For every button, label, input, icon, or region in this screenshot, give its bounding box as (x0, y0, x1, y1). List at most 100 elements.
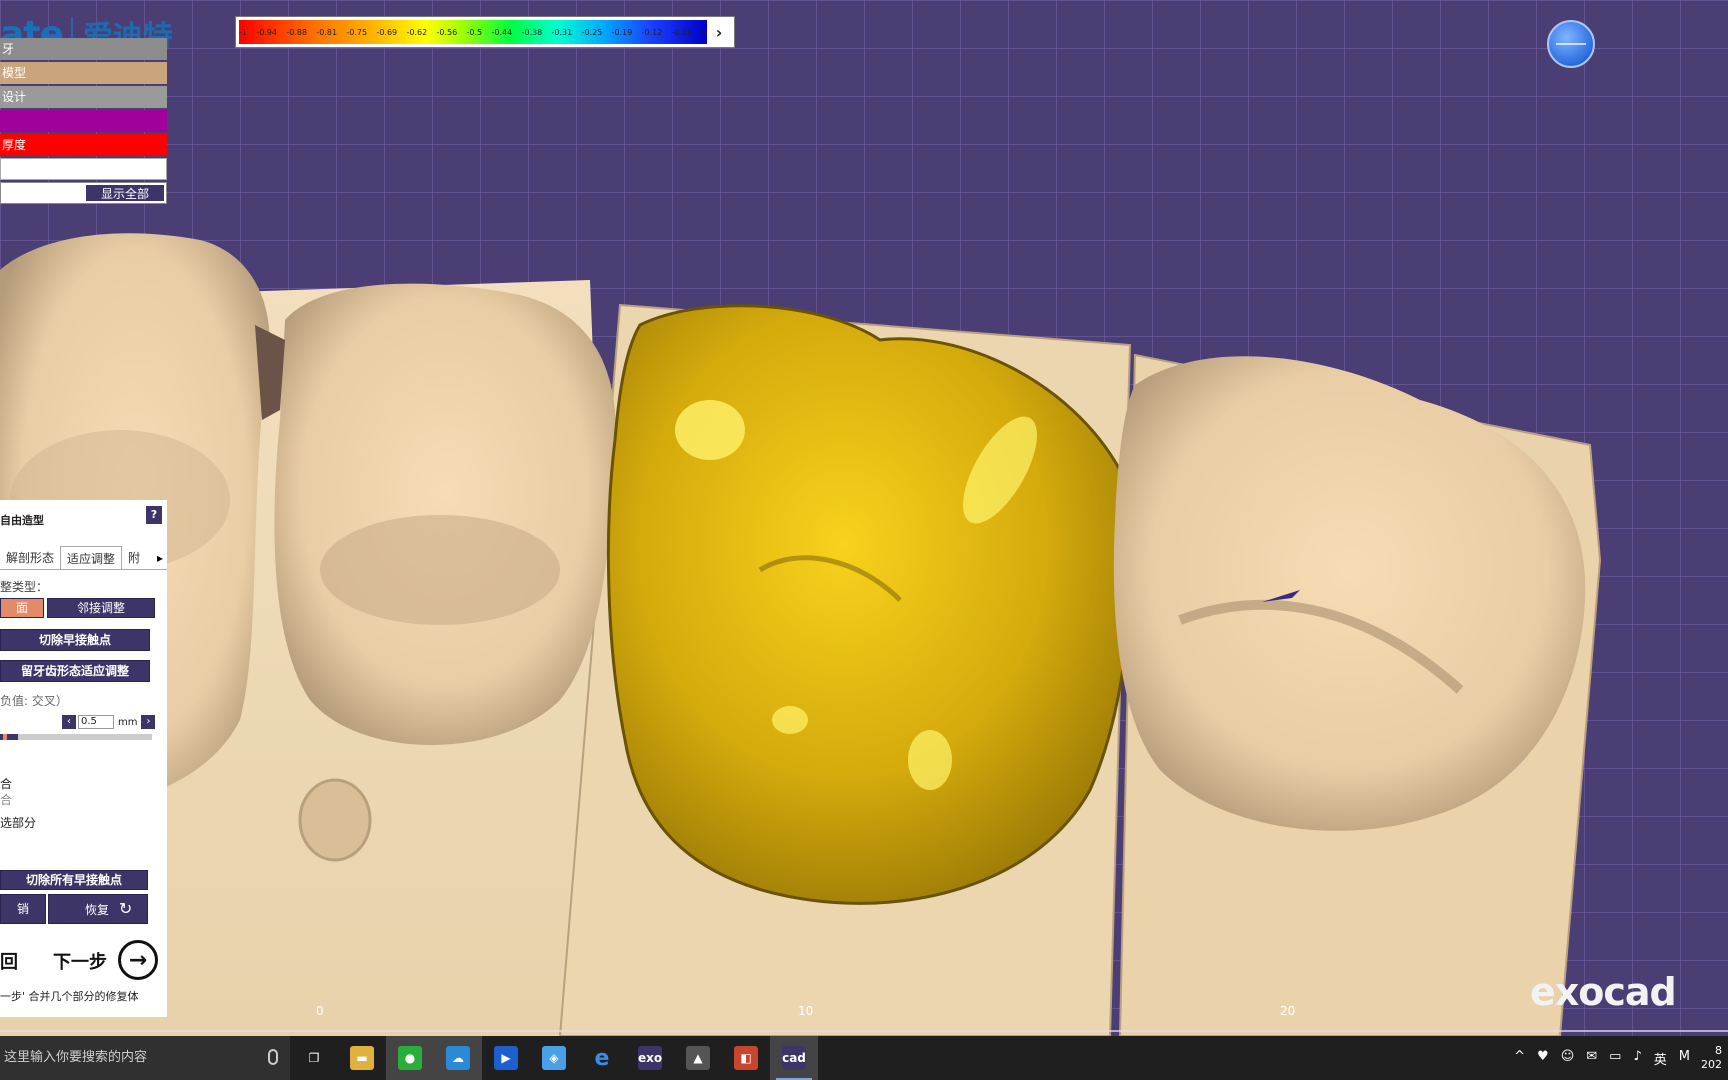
3d-viewport[interactable]: ate 爱迪特 -1-0.94-0.88-0.81-0.75-0.69-0.62… (0, 0, 1728, 1036)
photos-icon[interactable]: ▲ (674, 1036, 722, 1080)
exo-icon[interactable]: exo (626, 1036, 674, 1080)
search-placeholder: 这里输入你要搜索的内容 (4, 1050, 148, 1065)
edge-icon[interactable]: e (578, 1036, 626, 1080)
tool-panel-contents: 自由造型 ? 解剖形态 适应调整 附 ▸ 整类型： 面 邻接调整 切除早接触点 … (0, 500, 167, 1017)
view-orientation-icon[interactable] (1547, 20, 1595, 68)
option-line-1[interactable]: 合 (0, 775, 12, 792)
type-proximal-button[interactable]: 邻接调整 (47, 598, 155, 618)
tab-anatomy[interactable]: 解剖形态 (0, 546, 60, 569)
remove-contacts-button[interactable]: 切除早接触点 (0, 629, 150, 651)
ruler-label-20: 20 (1280, 1004, 1296, 1018)
orb-line (1556, 43, 1586, 45)
slider-handle[interactable] (3, 734, 7, 740)
option-line-2[interactable]: 合 (0, 791, 12, 808)
tray-item[interactable]: ▭ (1609, 1049, 1621, 1068)
tray-item[interactable]: 英 (1654, 1049, 1667, 1068)
file-explorer-glyph: ▬ (350, 1046, 374, 1070)
legend-item[interactable] (0, 158, 167, 180)
tab-adapt[interactable]: 适应调整 (60, 546, 123, 569)
tab-attach[interactable]: 附 (122, 546, 146, 569)
photos-glyph: ▲ (686, 1046, 710, 1070)
negative-value-label: 负值: 交叉） (0, 694, 68, 708)
tray-item[interactable]: M (1679, 1049, 1690, 1068)
task-view-icon[interactable]: ❐ (290, 1036, 338, 1080)
distance-color-scale: -1 -0.94 -0.88 -0.81 -0.75 -0.69 -0.62 -0.56 -0.… (235, 16, 735, 48)
scale-tick-label: -0.62 (406, 28, 428, 37)
show-all-button[interactable]: 显示全部 (85, 184, 165, 202)
ruler-label-10: 10 (798, 1004, 814, 1018)
taskbar-search-input[interactable]: 这里输入你要搜索的内容 (0, 1036, 290, 1080)
scale-tick-label: -0.38 (521, 28, 543, 37)
left-molar-2 (274, 283, 616, 745)
legend-item[interactable]: 厚度 (0, 134, 167, 156)
type-occlusal-button[interactable]: 面 (0, 598, 44, 618)
left-molar-2-fossa (320, 515, 560, 625)
redo-icon: ↻ (118, 899, 133, 918)
thickness-input[interactable]: 0.5 (78, 715, 114, 729)
scale-tick-label: -0.5 (466, 28, 483, 37)
tray-item[interactable]: ☺ (1561, 1049, 1575, 1068)
scale-tick-label: -0.19 (611, 28, 633, 37)
adapt-morphology-button[interactable]: 留牙齿形态适应调整 (0, 660, 150, 682)
system-tray: ^ ♥ ☺ ✉ ▭ ♪ 英 M 8 202 (1514, 1036, 1728, 1080)
microphone-icon[interactable] (268, 1049, 278, 1065)
visibility-legend: 牙模型 设计厚度 显示全部 (0, 38, 167, 204)
windows-taskbar: 这里输入你要搜索的内容 ❐ ▬ ● ☁ ▶ ◈ e exo ▲ ◧ cad ^ ♥ ☺ ✉ ▭ ♪ 英 M 8 2… (0, 1036, 1728, 1080)
clock-line-2: 202 (1701, 1058, 1722, 1071)
slides-icon[interactable]: ◧ (722, 1036, 770, 1080)
tray-item[interactable]: ^ (1514, 1049, 1525, 1068)
crown-highlight-1 (675, 400, 745, 460)
scale-expand-button[interactable]: › (708, 20, 730, 44)
tray-item[interactable]: ♥ (1537, 1049, 1549, 1068)
video-icon[interactable]: ▶ (482, 1036, 530, 1080)
ruler-line (0, 1030, 1728, 1032)
remove-all-contacts-button[interactable]: 切除所有早接触点 (0, 870, 148, 890)
crown-highlight-3 (908, 730, 952, 790)
stepper-increase-icon[interactable]: › (141, 715, 156, 729)
edge-glyph: e (594, 1045, 610, 1071)
measurement-ruler: 0 10 20 (0, 1000, 1728, 1036)
tab-scroll-icon[interactable]: ▸ (157, 546, 167, 569)
scale-tick-label: -0.81 (316, 28, 338, 37)
next-button[interactable]: 下一步 (53, 948, 107, 974)
taskbar-apps: ❐ ▬ ● ☁ ▶ ◈ e exo ▲ ◧ cad (290, 1036, 818, 1080)
legend-item[interactable]: 牙 (0, 38, 167, 60)
option-line-3[interactable]: 选部分 (0, 814, 36, 831)
wechat-icon[interactable]: ● (386, 1036, 434, 1080)
color-scale-ticks: -1 -0.94 -0.88 -0.81 -0.75 -0.69 -0.62 -0.56 -0.… (239, 28, 707, 37)
next-arrow-icon[interactable]: → (118, 940, 158, 980)
legend-list: 牙模型 设计 厚度 (0, 38, 167, 180)
file-explorer-icon[interactable]: ▬ (338, 1036, 386, 1080)
tray-item[interactable]: ✉ (1586, 1049, 1597, 1068)
cad-icon[interactable]: cad (770, 1036, 818, 1080)
clock-line-1: 8 (1715, 1044, 1722, 1057)
legend-item[interactable] (0, 110, 167, 132)
redo-button[interactable]: 恢复 ↻ (48, 894, 148, 924)
back-button[interactable]: 回 (0, 948, 18, 974)
scale-tick-label: -0.88 (286, 28, 308, 37)
help-button[interactable]: ? (146, 506, 162, 524)
cloud-icon[interactable]: ☁ (434, 1036, 482, 1080)
scale-tick-label: 0 (701, 28, 707, 37)
scale-tick-label: -0.31 (551, 28, 573, 37)
scale-tick-label: -0.12 (641, 28, 663, 37)
designed-crown (606, 304, 1132, 905)
legend-item[interactable]: 设计 (0, 86, 167, 108)
task-view-glyph: ❐ (308, 1051, 320, 1065)
legend-footer: 显示全部 (0, 182, 167, 204)
tray-item[interactable]: ♪ (1633, 1049, 1641, 1068)
clock[interactable]: 8 202 (1700, 1044, 1722, 1072)
scale-tick-label: -0.56 (436, 28, 458, 37)
app-icon[interactable]: ◈ (530, 1036, 578, 1080)
scale-tick-label: -0.69 (376, 28, 398, 37)
panel-title: 自由造型 (0, 514, 44, 527)
thickness-slider[interactable] (0, 734, 152, 740)
scale-tick-label: -0.94 (256, 28, 278, 37)
tray-icons: ^ ♥ ☺ ✉ ▭ ♪ 英 M (1514, 1049, 1690, 1068)
undo-button[interactable]: 销 (0, 894, 46, 924)
model-bump (298, 778, 372, 862)
legend-item[interactable]: 模型 (0, 62, 167, 84)
app-glyph: ◈ (542, 1046, 566, 1070)
stepper-decrease-icon[interactable]: ‹ (62, 715, 76, 729)
dental-model-scene[interactable] (0, 0, 1728, 1036)
